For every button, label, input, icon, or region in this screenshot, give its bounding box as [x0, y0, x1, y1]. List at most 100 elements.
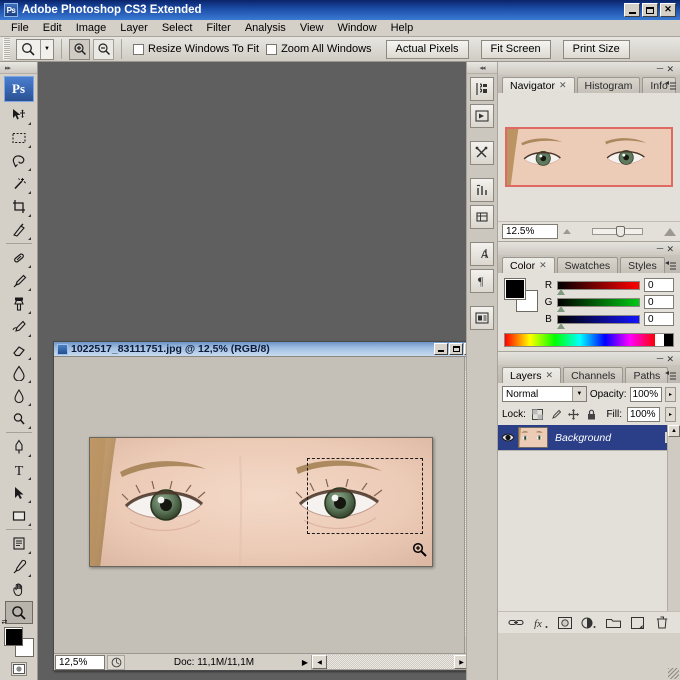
measurement-log-panel-icon[interactable]	[470, 205, 494, 229]
hand-tool[interactable]	[5, 578, 33, 601]
clone-stamp-tool[interactable]	[5, 292, 33, 315]
menu-view[interactable]: View	[293, 21, 331, 35]
brushes-panel-icon[interactable]	[470, 77, 494, 101]
chevron-down-icon[interactable]: ▼	[571, 387, 586, 401]
blue-slider[interactable]	[557, 314, 640, 329]
slider-thumb[interactable]	[615, 226, 625, 237]
black-swatch[interactable]	[664, 334, 673, 346]
menu-image[interactable]: Image	[69, 21, 114, 35]
blue-slider-thumb[interactable]	[557, 322, 565, 329]
menu-help[interactable]: Help	[384, 21, 421, 35]
foreground-color-swatch[interactable]	[3, 627, 23, 646]
tab-color[interactable]: Color ✕	[502, 257, 555, 273]
history-brush-tool[interactable]	[5, 315, 33, 338]
white-swatch[interactable]	[655, 334, 664, 346]
layers-scroll-up-button[interactable]: ▲	[668, 425, 680, 437]
minimize-button[interactable]	[624, 3, 640, 17]
zoom-tool[interactable]	[4, 601, 33, 624]
status-preview-icon[interactable]	[107, 654, 125, 670]
tab-channels[interactable]: Channels	[563, 367, 624, 383]
swap-colors-icon[interactable]: ⇄	[2, 618, 8, 626]
color-minimize-close-icons[interactable]: －✕	[655, 242, 676, 255]
lock-all-icon[interactable]	[585, 408, 598, 421]
new-adjustment-layer-icon[interactable]	[580, 615, 597, 631]
table-row[interactable]: Background	[498, 425, 680, 451]
rectangle-shape-tool[interactable]	[5, 504, 33, 527]
document-maximize-button[interactable]	[449, 343, 463, 355]
healing-brush-tool[interactable]	[5, 246, 33, 269]
layers-panel-menu-icon[interactable]	[664, 370, 677, 382]
opacity-field[interactable]: 100%	[629, 386, 663, 402]
lock-transparent-pixels-icon[interactable]	[531, 408, 544, 421]
lasso-tool[interactable]	[5, 149, 33, 172]
document-minimize-button[interactable]	[434, 343, 448, 355]
menu-window[interactable]: Window	[330, 21, 383, 35]
maximize-button[interactable]	[642, 3, 658, 17]
close-icon[interactable]: ✕	[546, 370, 554, 381]
horizontal-scroll-track[interactable]	[327, 655, 454, 669]
layer-name[interactable]: Background	[548, 432, 660, 444]
lock-image-pixels-icon[interactable]	[549, 408, 562, 421]
tab-layers[interactable]: Layers ✕	[502, 367, 562, 383]
eyedropper-tool[interactable]	[5, 555, 33, 578]
magic-wand-tool[interactable]	[5, 172, 33, 195]
resize-windows-to-fit-option[interactable]: Resize Windows To Fit	[133, 43, 259, 55]
document-titlebar[interactable]: 1022517_83111751.jpg @ 12,5% (RGB/8) ✕	[54, 342, 480, 357]
blend-mode-select[interactable]: Normal ▼	[502, 386, 587, 402]
measurement-scale-icon[interactable]	[470, 178, 494, 202]
add-layer-mask-icon[interactable]	[556, 615, 573, 631]
navigator-thumbnail[interactable]	[505, 127, 673, 187]
dodge-tool[interactable]	[5, 407, 33, 430]
character-panel-icon[interactable]: A	[470, 242, 494, 266]
add-layer-style-icon[interactable]: fx	[532, 615, 549, 631]
close-icon[interactable]: ✕	[559, 80, 567, 91]
navigator-zoom-field[interactable]: 12.5%	[502, 224, 558, 239]
navigator-panel-menu-icon[interactable]	[664, 80, 677, 92]
close-button[interactable]: ✕	[660, 3, 676, 17]
red-slider[interactable]	[557, 280, 640, 295]
link-layers-icon[interactable]	[508, 615, 525, 631]
slice-tool[interactable]	[5, 218, 33, 241]
zoom-all-windows-checkbox[interactable]	[266, 43, 278, 55]
navigator-zoom-slider[interactable]	[576, 225, 659, 239]
marquee-selection-rectangle[interactable]	[307, 458, 423, 534]
blur-tool[interactable]	[5, 384, 33, 407]
document-canvas[interactable]	[54, 357, 466, 654]
tab-histogram[interactable]: Histogram	[576, 77, 641, 93]
chevron-down-icon[interactable]: ▼	[40, 39, 53, 59]
tab-navigator[interactable]: Navigator ✕	[502, 77, 575, 93]
zoom-in-large-icon[interactable]	[664, 227, 676, 236]
zoom-in-button[interactable]	[69, 38, 90, 60]
navigator-preview[interactable]	[498, 93, 680, 221]
menu-analysis[interactable]: Analysis	[238, 21, 293, 35]
close-icon[interactable]: ✕	[539, 260, 547, 271]
fill-field[interactable]: 100%	[627, 407, 660, 422]
eraser-tool[interactable]	[5, 338, 33, 361]
toolbox-collapse-grip[interactable]: ▸▸	[0, 62, 37, 74]
green-slider-thumb[interactable]	[557, 305, 565, 312]
menu-filter[interactable]: Filter	[199, 21, 237, 35]
zoom-out-button[interactable]	[93, 38, 114, 60]
menu-select[interactable]: Select	[155, 21, 200, 35]
rectangular-marquee-tool[interactable]	[5, 126, 33, 149]
layer-comps-panel-icon[interactable]	[470, 306, 494, 330]
zoom-all-windows-option[interactable]: Zoom All Windows	[266, 43, 372, 55]
clone-source-panel-icon[interactable]	[470, 141, 494, 165]
panel-resize-grip[interactable]	[668, 668, 679, 679]
menu-file[interactable]: File	[4, 21, 36, 35]
actual-pixels-button[interactable]: Actual Pixels	[385, 39, 469, 59]
navigator-minimize-close-icons[interactable]: －✕	[655, 62, 676, 75]
color-panel-menu-icon[interactable]	[664, 260, 677, 272]
color-swatches[interactable]: ⇄	[2, 619, 36, 659]
tab-styles[interactable]: Styles	[620, 257, 665, 273]
tab-paths[interactable]: Paths	[625, 367, 669, 383]
new-layer-icon[interactable]	[629, 615, 646, 631]
standard-mode-button[interactable]	[10, 662, 27, 676]
new-group-icon[interactable]	[605, 615, 622, 631]
lock-position-icon[interactable]	[567, 408, 580, 421]
tool-presets-panel-icon[interactable]	[470, 104, 494, 128]
color-panel-swatches[interactable]	[504, 278, 538, 312]
layer-thumbnail[interactable]	[518, 427, 548, 448]
options-bar-grip[interactable]	[3, 38, 10, 60]
horizontal-type-tool[interactable]: T	[5, 458, 33, 481]
